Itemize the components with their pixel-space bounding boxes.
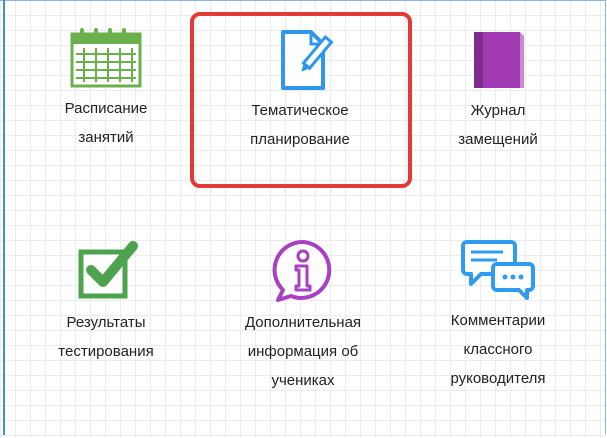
tile-label: Результаты тестирования xyxy=(58,314,154,360)
info-bubble-icon xyxy=(272,239,332,302)
tile-teacher-comments[interactable]: Комментарии классного руководителя xyxy=(398,238,598,438)
left-border xyxy=(3,0,5,435)
tile-test-results[interactable]: Результаты тестирования xyxy=(6,238,206,438)
checkbox-icon xyxy=(78,241,138,299)
tile-schedule[interactable]: Расписание занятий xyxy=(6,28,206,228)
tile-additional-info[interactable]: Дополнительная информация об учениках xyxy=(203,238,403,438)
tile-label: Расписание занятий xyxy=(64,100,148,146)
tile-label: Журнал замещений xyxy=(458,102,538,148)
tile-substitution-journal[interactable]: Журнал замещений xyxy=(398,28,598,228)
journal-icon xyxy=(474,32,524,88)
selection-highlight xyxy=(190,12,412,188)
tile-label: Дополнительная информация об учениках xyxy=(244,314,362,389)
tile-label: Комментарии классного руководителя xyxy=(450,312,546,387)
chat-bubbles-icon xyxy=(461,240,535,300)
calendar-icon xyxy=(70,28,142,88)
